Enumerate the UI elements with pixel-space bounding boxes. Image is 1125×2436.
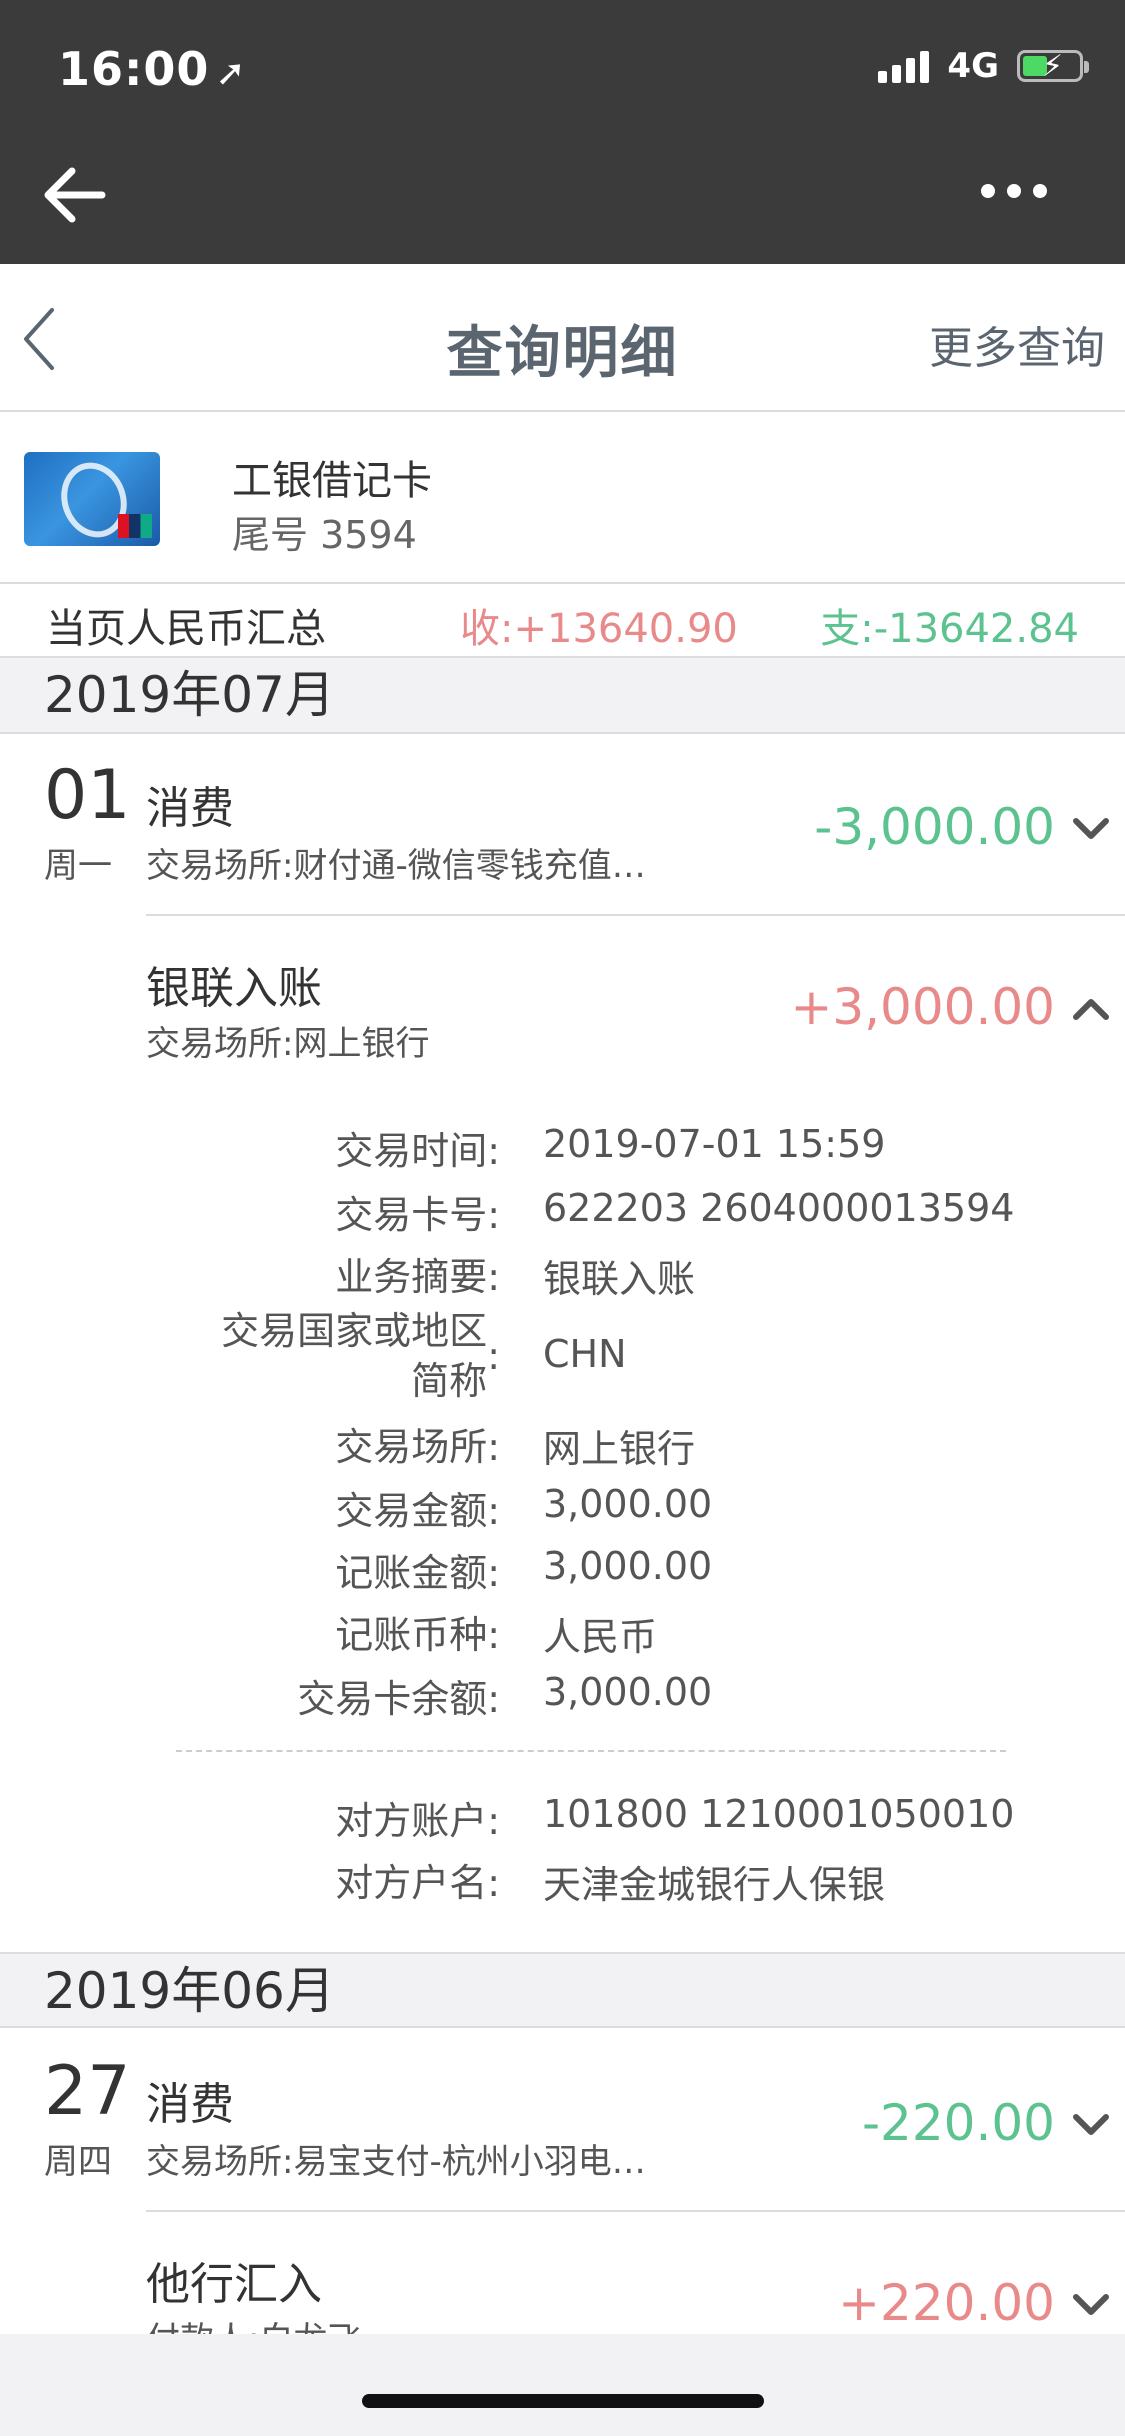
page-summary: 当页人民币汇总 收:+13640.90 支:-13642.84: [0, 584, 1125, 658]
dashed-divider: [176, 1750, 1006, 1752]
bottom-safe-area: [0, 2334, 1125, 2436]
transaction-detail: 交易时间: 2019-07-01 15:59 交易卡号: 622203 2604…: [0, 1110, 1125, 1907]
tx-place: 交易场所:财付通-微信零钱充值…: [146, 846, 646, 886]
detail-label-multiline: 交易国家或地区 简称 :: [221, 1309, 500, 1403]
detail-value: CHN: [543, 1332, 627, 1376]
summary-income: 收:+13640.90: [460, 606, 738, 652]
transaction-row[interactable]: 他行汇入 付款人:白龙飞 +220.00: [0, 2212, 1125, 2334]
tx-day: 01: [44, 756, 131, 835]
detail-label: 记账金额:: [335, 1551, 500, 1595]
tx-weekday: 周一: [44, 846, 112, 886]
detail-value: 2019-07-01 15:59: [543, 1122, 886, 1166]
card-name: 工银借记卡: [232, 458, 432, 504]
tx-place: 交易场所:易宝支付-杭州小羽电…: [146, 2142, 646, 2182]
summary-expense: 支:-13642.84: [820, 606, 1079, 652]
status-indicators: 4G ⚡: [878, 46, 1089, 86]
detail-value: 101800 1210001050010: [543, 1792, 1015, 1836]
location-arrow-icon: ➚: [215, 53, 247, 94]
tx-weekday: 周四: [44, 2142, 112, 2182]
transaction-row[interactable]: 01 周一 消费 交易场所:财付通-微信零钱充值… -3,000.00: [0, 734, 1125, 914]
detail-label: 交易金额:: [335, 1489, 500, 1533]
detail-label: 交易时间:: [335, 1129, 500, 1173]
chevron-down-icon[interactable]: [1071, 814, 1111, 844]
tx-amount: +3,000.00: [790, 978, 1055, 1036]
tx-type: 消费: [146, 783, 234, 834]
detail-value: 3,000.00: [543, 1670, 713, 1714]
card-tail-number: 尾号 3594: [232, 513, 417, 557]
detail-label: 记账币种:: [335, 1613, 500, 1657]
detail-label: 交易卡号:: [335, 1193, 500, 1237]
home-indicator[interactable]: [362, 2394, 764, 2408]
detail-value: 人民币: [543, 1615, 658, 1659]
summary-label: 当页人民币汇总: [46, 606, 326, 652]
page-header: 查询明细 更多查询: [0, 264, 1125, 412]
tx-day: 27: [44, 2052, 131, 2131]
back-arrow-icon[interactable]: [40, 160, 110, 230]
bank-card-image: [24, 452, 160, 546]
card-info[interactable]: 工银借记卡 尾号 3594: [0, 412, 1125, 584]
detail-value: 银联入账: [543, 1257, 696, 1301]
month-header: 2019年06月: [0, 1952, 1125, 2028]
detail-value: 3,000.00: [543, 1544, 713, 1588]
tx-amount: +220.00: [838, 2274, 1055, 2332]
tx-place: 交易场所:网上银行: [146, 1024, 430, 1064]
chevron-down-icon[interactable]: [1071, 2110, 1111, 2140]
detail-value: 3,000.00: [543, 1482, 713, 1526]
tx-place: 付款人:白龙飞: [146, 2312, 361, 2334]
tx-type: 银联入账: [146, 963, 322, 1014]
signal-icon: [878, 49, 930, 83]
tx-amount: -220.00: [862, 2094, 1055, 2152]
detail-value: 天津金城银行人保银: [543, 1863, 886, 1907]
chevron-up-icon[interactable]: [1071, 994, 1111, 1024]
time-text: 16:00: [58, 42, 210, 96]
network-type: 4G: [947, 46, 999, 86]
tx-amount: -3,000.00: [814, 798, 1055, 856]
tx-type: 消费: [146, 2079, 234, 2130]
detail-label: 交易卡余额:: [297, 1677, 500, 1721]
transaction-row[interactable]: 27 周四 消费 交易场所:易宝支付-杭州小羽电… -220.00: [0, 2030, 1125, 2210]
more-query-button[interactable]: 更多查询: [929, 312, 1105, 376]
top-bar: 16:00 ➚ 4G ⚡: [0, 0, 1125, 264]
status-time: 16:00 ➚: [58, 42, 247, 96]
month-header: 2019年07月: [0, 658, 1125, 734]
detail-value: 网上银行: [543, 1427, 696, 1471]
more-options-icon[interactable]: [981, 184, 1047, 198]
detail-label: 交易场所:: [335, 1425, 500, 1469]
detail-label: 对方账户:: [335, 1799, 500, 1843]
detail-label: 业务摘要:: [335, 1255, 500, 1299]
chevron-down-icon[interactable]: [1071, 2290, 1111, 2320]
detail-value: 622203 2604000013594: [543, 1186, 1015, 1230]
detail-label: 对方户名:: [335, 1861, 500, 1905]
battery-icon: ⚡: [1017, 49, 1089, 84]
transaction-row[interactable]: 银联入账 交易场所:网上银行 +3,000.00: [0, 916, 1125, 1086]
tx-type: 他行汇入: [146, 2259, 322, 2310]
